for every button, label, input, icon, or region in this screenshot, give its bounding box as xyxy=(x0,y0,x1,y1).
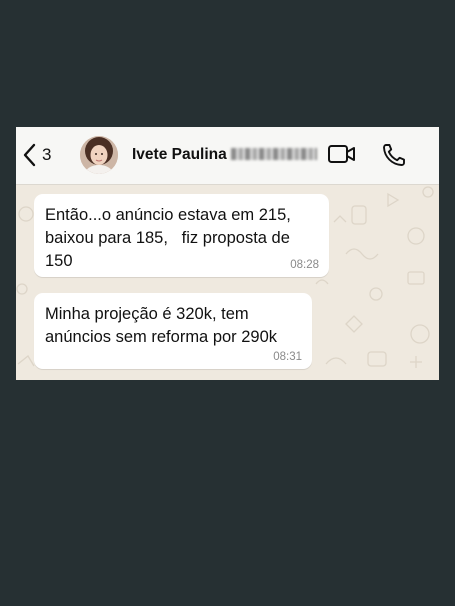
chat-header: 3 Ivete Paulina xyxy=(16,127,439,185)
avatar[interactable] xyxy=(80,136,118,174)
message-bubble[interactable]: Minha projeção é 320k, tem anúncios sem … xyxy=(34,293,312,369)
message-time: 08:31 xyxy=(273,351,302,363)
message-text: Então...o anúncio estava em 215, baixou … xyxy=(45,206,291,270)
chevron-left-icon xyxy=(22,143,36,167)
voice-call-button[interactable] xyxy=(381,142,407,168)
redacted-name-suffix xyxy=(230,148,317,160)
message-text: Minha projeção é 320k, tem anúncios sem … xyxy=(45,305,278,346)
whatsapp-chat-screenshot: 3 Ivete Paulina Então...o anúncio estava… xyxy=(16,127,439,380)
message-time: 08:28 xyxy=(290,259,319,271)
message-bubble[interactable]: Então...o anúncio estava em 215, baixou … xyxy=(34,194,329,277)
chat-body[interactable]: Então...o anúncio estava em 215, baixou … xyxy=(16,184,439,380)
contact-name-text: Ivete Paulina xyxy=(132,146,227,163)
back-button[interactable]: 3 xyxy=(22,142,51,168)
video-call-button[interactable] xyxy=(327,143,357,165)
contact-name[interactable]: Ivete Paulina xyxy=(132,146,317,164)
phone-icon xyxy=(383,144,405,166)
unread-count: 3 xyxy=(42,145,52,164)
video-camera-icon xyxy=(328,145,355,163)
